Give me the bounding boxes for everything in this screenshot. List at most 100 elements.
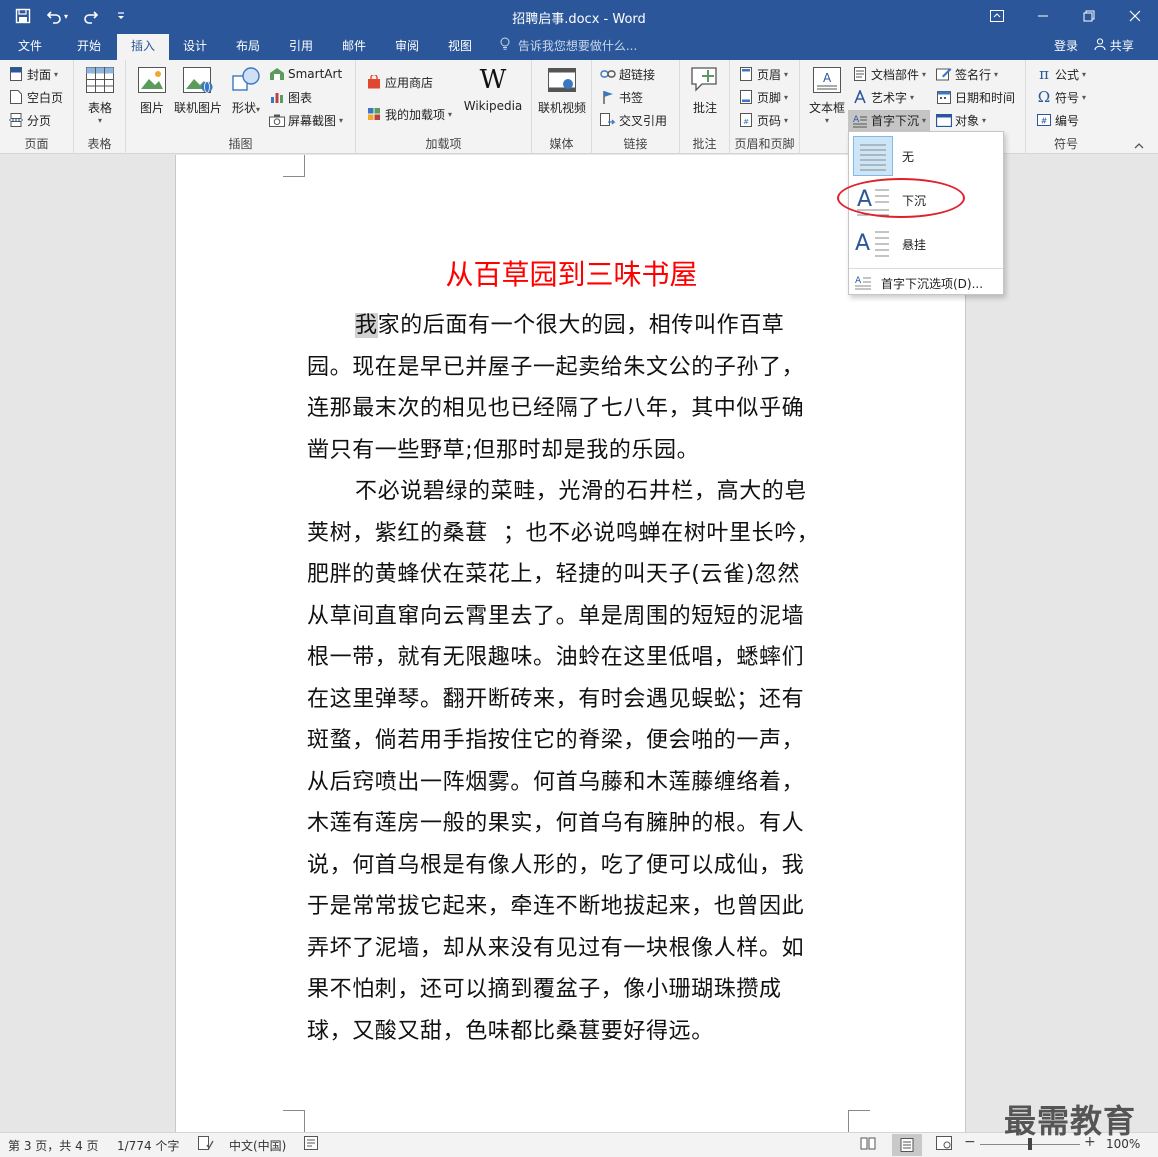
restore-icon[interactable]	[1066, 0, 1112, 32]
wikipedia-button[interactable]: W Wikipedia	[462, 64, 524, 113]
paragraph-1[interactable]: 我家的后面有一个很大的园，相传叫作百草 园。现在是早已并屋子一起卖给朱文公的子孙了…	[307, 305, 847, 471]
online-video-button[interactable]: 联机视频	[536, 64, 588, 116]
proofing-icon[interactable]	[198, 1136, 214, 1153]
chart-button[interactable]: 图表	[269, 87, 312, 107]
tab-mailings[interactable]: 邮件	[330, 34, 378, 60]
dropcap-margin-thumbnail: A	[853, 224, 893, 264]
paragraph-2[interactable]: 不必说碧绿的菜畦，光滑的石井栏，高大的皂 荚树，紫红的桑葚 ；也不必说鸣蝉在树叶里…	[307, 471, 847, 1052]
online-picture-button[interactable]: 联机图片	[172, 64, 224, 116]
page-count[interactable]: 第 3 页，共 4 页	[8, 1137, 99, 1154]
hyperlink-button[interactable]: 超链接	[600, 64, 655, 84]
dropcap-letter[interactable]: 我	[355, 313, 378, 338]
paragraph-line: 凿只有一些野草;但那时却是我的乐园。	[307, 430, 847, 472]
dropcap-options-icon: A	[855, 274, 871, 293]
cover-page-button[interactable]: 封面 ▾	[8, 64, 58, 84]
print-layout-icon[interactable]	[892, 1134, 922, 1156]
share-button[interactable]: 共享	[1094, 34, 1134, 58]
picture-button[interactable]: 图片	[134, 64, 170, 116]
tab-review[interactable]: 审阅	[383, 34, 431, 60]
smartart-button[interactable]: SmartArt	[269, 64, 342, 84]
paragraph-line: 连那最末次的相见也已经隔了七八年，其中似乎确	[307, 388, 847, 430]
object-button[interactable]: 对象 ▾	[936, 110, 986, 130]
page-number-button[interactable]: # 页码 ▾	[738, 110, 788, 130]
paragraph-line: 我家的后面有一个很大的园，相传叫作百草	[307, 305, 847, 347]
group-comments-label: 批注	[692, 137, 717, 151]
cross-reference-button[interactable]: 交叉引用	[600, 110, 667, 130]
language-indicator[interactable]: 中文(中国)	[229, 1137, 286, 1154]
tab-home[interactable]: 开始	[64, 34, 114, 60]
paragraph-line: 从草间直窜向云霄里去了。单是周围的短短的泥墙	[307, 596, 847, 638]
signature-line-button[interactable]: 签名行 ▾	[936, 64, 998, 84]
dropcap-option-margin[interactable]: A 悬挂	[849, 222, 1003, 266]
dropcap-button[interactable]: A 首字下沉 ▾	[848, 110, 931, 131]
table-button[interactable]: 表格 ▾	[80, 64, 120, 125]
group-addins: 应用商店 我的加载项 ▾ W Wikipedia 加载项	[356, 60, 532, 154]
number-button[interactable]: # 编号	[1036, 110, 1079, 130]
tab-design[interactable]: 设计	[171, 34, 219, 60]
blank-page-button[interactable]: 空白页	[8, 87, 63, 107]
document-page[interactable]: 从百草园到三味书屋 我家的后面有一个很大的园，相传叫作百草 园。现在是早已并屋子一…	[175, 155, 966, 1132]
group-header-footer-label: 页眉和页脚	[734, 137, 795, 151]
store-icon	[366, 74, 382, 90]
video-icon	[546, 64, 578, 96]
tab-insert[interactable]: 插入	[117, 34, 169, 60]
close-icon[interactable]	[1112, 0, 1158, 32]
zoom-out-icon[interactable]: −	[964, 1134, 976, 1150]
my-addins-icon	[366, 106, 382, 122]
date-time-button[interactable]: 日期和时间	[936, 87, 1015, 107]
camera-icon	[269, 112, 285, 128]
group-links-label: 链接	[623, 137, 648, 151]
minimize-icon[interactable]	[1020, 0, 1066, 32]
document-area[interactable]: 从百草园到三味书屋 我家的后面有一个很大的园，相传叫作百草 园。现在是早已并屋子一…	[0, 155, 1158, 1132]
dropcap-none-thumbnail	[853, 136, 893, 176]
wordart-button[interactable]: 艺术字 ▾	[852, 87, 914, 107]
number-icon: #	[1036, 112, 1052, 128]
paragraph-line: 从后窍喷出一阵烟雾。何首乌藤和木莲藤缠络着，	[307, 762, 847, 804]
my-addins-button[interactable]: 我的加载项 ▾	[366, 104, 452, 124]
group-media-label: 媒体	[549, 137, 574, 151]
line-text: 连那最末次的相见也已经隔了七八年，其中似乎确	[307, 396, 805, 421]
group-header-footer: 页眉 ▾ 页脚 ▾ # 页码 ▾ 页眉和页脚	[730, 60, 800, 154]
calendar-icon	[936, 89, 952, 105]
group-addins-label: 加载项	[425, 137, 462, 151]
read-mode-icon[interactable]	[860, 1136, 876, 1153]
symbol-button[interactable]: Ω 符号 ▾	[1036, 87, 1086, 107]
line-text: 斑蝥，倘若用手指按住它的脊梁，便会啪的一声，	[307, 728, 805, 753]
header-button[interactable]: 页眉 ▾	[738, 64, 788, 84]
tell-me-box[interactable]: 告诉我您想要做什么...	[500, 34, 637, 60]
web-layout-icon[interactable]	[936, 1136, 952, 1153]
tell-me-placeholder: 告诉我您想要做什么...	[517, 39, 638, 53]
bookmark-button[interactable]: 书签	[600, 87, 643, 107]
tab-view[interactable]: 视图	[436, 34, 484, 60]
store-button[interactable]: 应用商店	[366, 72, 433, 92]
pi-icon: π	[1039, 65, 1049, 83]
word-count[interactable]: 1/774 个字	[117, 1137, 179, 1154]
macro-icon[interactable]	[304, 1136, 318, 1153]
tab-file[interactable]: 文件	[6, 34, 54, 60]
collapse-ribbon-icon[interactable]	[1134, 138, 1150, 152]
tab-layout[interactable]: 布局	[224, 34, 272, 60]
screenshot-button[interactable]: 屏幕截图 ▾	[269, 110, 343, 130]
textbox-button[interactable]: A 文本框 ▾	[806, 64, 848, 125]
page-number-icon: #	[738, 112, 754, 128]
shapes-button[interactable]: 形状▾	[226, 64, 266, 116]
login-link[interactable]: 登录	[1054, 34, 1078, 58]
ribbon-display-options-icon[interactable]	[974, 0, 1020, 32]
svg-text:A: A	[855, 231, 870, 256]
dropcap-option-none[interactable]: 无	[849, 134, 1003, 178]
equation-button[interactable]: π 公式 ▾	[1036, 64, 1086, 84]
paragraph-line: 说，何首乌根是有像人形的，吃了便可以成仙，我	[307, 845, 847, 887]
footer-button[interactable]: 页脚 ▾	[738, 87, 788, 107]
comment-button[interactable]: 批注	[684, 64, 726, 116]
wikipedia-icon: W	[479, 65, 507, 95]
highlight-circle-annotation	[837, 178, 965, 218]
page-break-button[interactable]: 分页	[8, 110, 51, 130]
svg-text:#: #	[743, 118, 749, 126]
paragraph-line: 肥胖的黄蜂伏在菜花上，轻捷的叫天子(云雀)忽然	[307, 554, 847, 596]
group-tables: 表格 ▾ 表格	[74, 60, 126, 154]
tab-references[interactable]: 引用	[277, 34, 325, 60]
svg-text:#: #	[1041, 117, 1048, 126]
quick-parts-button[interactable]: 文档部件 ▾	[852, 64, 926, 84]
svg-text:A: A	[823, 71, 832, 85]
dropcap-options-link[interactable]: A 首字下沉选项(D)...	[849, 268, 1003, 294]
